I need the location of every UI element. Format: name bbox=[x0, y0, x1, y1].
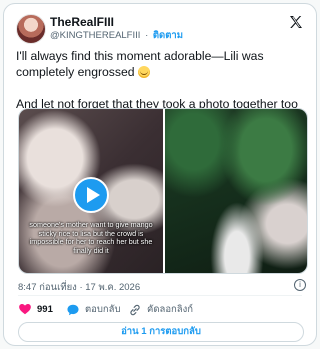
tweet-card: TheRealFIII @KINGTHEREALFIII · ติดตาม I'… bbox=[3, 3, 317, 346]
follow-link[interactable]: ติดตาม bbox=[153, 30, 183, 41]
meta-separator: · bbox=[79, 282, 83, 293]
copy-link-label: คัดลอกลิงก์ bbox=[147, 304, 194, 315]
info-icon[interactable]: i bbox=[294, 279, 306, 291]
read-replies-button[interactable]: อ่าน 1 การตอบกลับ bbox=[18, 322, 304, 342]
handle[interactable]: @KINGTHEREALFIII bbox=[50, 30, 140, 41]
play-icon[interactable] bbox=[73, 177, 109, 213]
heart-icon bbox=[19, 304, 31, 315]
link-icon bbox=[130, 304, 140, 315]
like-count: 991 bbox=[37, 303, 53, 315]
reply-icon bbox=[67, 304, 79, 315]
media-grid[interactable]: someone's mother want to give mango stic… bbox=[18, 108, 308, 274]
video-caption: someone's mother want to give mango stic… bbox=[29, 220, 153, 255]
author-info: TheRealFIII @KINGTHEREALFIII · ติดตาม bbox=[50, 15, 183, 42]
separator-dot: · bbox=[145, 30, 149, 41]
avatar[interactable] bbox=[16, 14, 46, 44]
tweet-timestamp[interactable]: 8:47 ก่อนเที่ยง · 17 พ.ค. 2026 bbox=[18, 280, 140, 295]
divider bbox=[18, 295, 302, 296]
reply-button[interactable]: ตอบกลับ bbox=[66, 302, 121, 317]
display-name[interactable]: TheRealFIII bbox=[50, 15, 183, 29]
tweet-header: TheRealFIII @KINGTHEREALFIII · ติดตาม bbox=[16, 14, 306, 44]
tweet-time: 8:47 ก่อนเที่ยง bbox=[18, 282, 77, 293]
photo-thumbnail[interactable] bbox=[165, 109, 307, 273]
like-button[interactable]: 991 bbox=[18, 302, 53, 316]
handle-line: @KINGTHEREALFIII · ติดตาม bbox=[50, 29, 183, 42]
reply-label: ตอบกลับ bbox=[85, 304, 121, 315]
tweet-text: I'll always find this moment adorable—Li… bbox=[16, 48, 306, 112]
copy-link-button[interactable]: คัดลอกลิงก์ bbox=[128, 302, 193, 317]
video-thumbnail[interactable]: someone's mother want to give mango stic… bbox=[19, 109, 163, 273]
tweet-date: 17 พ.ค. 2026 bbox=[85, 282, 141, 293]
x-logo-icon[interactable] bbox=[288, 14, 304, 30]
smiling-face-emoji-icon bbox=[137, 66, 150, 78]
